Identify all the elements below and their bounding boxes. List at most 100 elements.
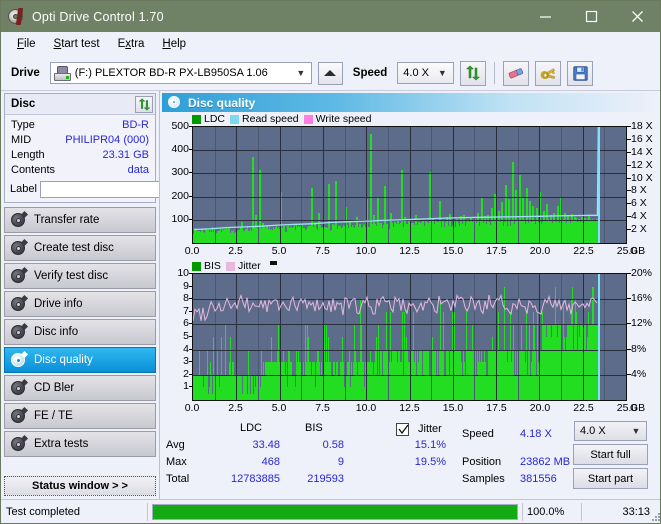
jitter-checkbox[interactable] [396,423,409,436]
menu-extra[interactable]: Extra [110,35,153,53]
refresh-button[interactable] [460,60,487,86]
chart-bis-x-axis: GB 0.0 2.5 5.0 7.5 10.0 12.5 15.0 17.5 20.0 22.5 2… [185,401,645,416]
y-tick-label: 300 [171,166,192,179]
disc-row-mid: MID PHILIPR04 (000) [10,133,150,148]
sidebar: Disc Type BD-R MID PHILIPR04 (000) Lengt… [1,91,236,499]
y2-tick-label: 6 X [627,197,647,210]
y2-tick-label: 18 X [627,120,653,132]
sidebar-item-cd-bler[interactable]: CD Bler [4,375,156,401]
title-bar: Opti Drive Control 1.70 [1,1,660,32]
disc-row-type-value: BD-R [122,119,149,131]
y2-tick-label: 10 X [627,171,653,184]
sidebar-item-verify-test-disc[interactable]: Verify test disc [4,263,156,289]
refresh-icon [138,98,150,111]
stats-panel: LDC BIS Avg Max Total 33.48 468 12783885… [162,420,658,492]
stats-jitter-avg: 15.1% [414,439,446,451]
sidebar-item-fe-te[interactable]: FE / TE [4,403,156,429]
eject-icon [324,70,337,76]
minimize-button[interactable] [522,1,568,32]
y-tick-label: 200 [171,189,192,202]
content-area: Disc quality LDC Read speed Write speed [159,91,660,499]
disc-panel-header: Disc [5,94,155,115]
maximize-button[interactable] [568,1,614,32]
x-tick-label: 22.5 [573,402,594,414]
chart-bis-plot[interactable] [192,273,627,401]
test-speed-select-value: 4.0 X [580,425,606,437]
x-tick-label: 25.0 [616,245,638,257]
start-full-button[interactable]: Start full [573,444,648,465]
sidebar-item-extra-tests[interactable]: Extra tests [4,431,156,457]
speed-select[interactable]: 4.0 X ▼ [397,62,455,84]
disc-refresh-button[interactable] [135,96,153,113]
sidebar-item-label: Extra tests [34,438,89,450]
chart-ldc-x-axis: GB 0.0 2.5 5.0 7.5 10.0 12.5 15.0 17.5 20.0 22.5 2… [185,244,645,259]
chart-bis-legend: BIS Jitter [162,259,658,273]
x-tick-label: 10.0 [355,245,377,257]
position-stat-label: Position [462,456,502,468]
drive-icon [53,65,71,81]
y-tick-label: 4 [183,342,192,355]
chart-bis-jitter: BIS Jitter 1 2 3 4 5 6 7 8 9 10 4% 8% 12% 16% 20% [162,259,658,416]
sidebar-item-label: Transfer rate [34,214,100,226]
menu-bar: FFileile Start test Extra Help [1,32,660,56]
chart-ldc-legend: LDC Read speed Write speed [162,112,658,126]
disc-icon [11,434,29,452]
x-tick-label: 0.0 [184,402,200,414]
keys-button[interactable] [535,60,562,86]
legend-item-read-speed: Read speed [230,113,299,125]
x-tick-label: 17.5 [486,245,507,257]
progress-bar [152,503,518,520]
stats-ldc-total: 12783885 [231,473,280,485]
toolbar: Drive (F:) PLEXTOR BD-R PX-LB950SA 1.06 … [1,56,660,91]
window-controls [522,1,660,32]
nav-list: Transfer rate Create test disc Verify te… [4,207,156,457]
chart-bis-y-axis: 1 2 3 4 5 6 7 8 9 10 [162,267,192,401]
legend-item-write-speed: Write speed [303,113,372,125]
stats-jitter-max: 19.5% [414,456,446,468]
refresh-icon [466,65,481,81]
menu-start-test[interactable]: Start test [46,35,108,53]
y-tick-label: 5 [183,330,192,342]
sidebar-item-create-test-disc[interactable]: Create test disc [4,235,156,261]
sidebar-item-disc-info[interactable]: Disc info [4,319,156,345]
y2-tick-label: 4 X [627,210,647,223]
menu-help[interactable]: Help [154,35,194,53]
y2-tick-label: 12% [626,317,653,330]
sidebar-item-disc-quality[interactable]: Disc quality [4,347,156,373]
start-part-button[interactable]: Start part [573,468,648,489]
panel-header: Disc quality [162,93,659,112]
sidebar-item-transfer-rate[interactable]: Transfer rate [4,207,156,233]
speed-stat-value: 4.18 X [520,428,552,440]
test-speed-select[interactable]: 4.0 X ▼ [574,421,647,441]
save-button[interactable] [567,60,594,86]
y2-tick-label: 16 X [627,132,653,145]
x-tick-label: 7.5 [315,245,330,257]
y2-tick-label: 20% [626,267,653,279]
chart-ldc-plot[interactable] [192,126,627,244]
menu-file[interactable]: FFileile [9,35,44,53]
x-tick-label: 25.0 [616,402,638,414]
resize-grip[interactable] [650,511,660,521]
chart-ldc-y2-axis: 2 X4 X6 X8 X 10 X 12 X 14 X 16 X 18 X [627,120,658,244]
jitter-line [193,293,598,322]
samples-stat-label: Samples [462,473,505,485]
disc-row-mid-value: PHILIPR04 (000) [65,134,149,146]
y-tick-label: 7 [183,304,192,317]
sidebar-item-drive-info[interactable]: Drive info [4,291,156,317]
drive-select[interactable]: (F:) PLEXTOR BD-R PX-LB950SA 1.06 ▼ [49,62,312,84]
sidebar-item-label: Create test disc [34,242,114,254]
disc-icon [11,210,29,228]
chart-bis-plot-row: 1 2 3 4 5 6 7 8 9 10 4% 8% 12% 16% 20% [162,267,658,401]
sidebar-item-label: Drive info [34,298,83,310]
chevron-down-icon: ▼ [296,67,306,78]
eject-button[interactable] [317,61,343,85]
erase-button[interactable] [503,60,530,86]
stats-row-avg-label: Avg [166,439,185,451]
legend-label: Jitter [237,260,261,272]
close-button[interactable] [614,1,660,32]
disc-icon [11,294,29,312]
y-tick-label: 8 [183,292,192,305]
status-window-button[interactable]: Status window > > [4,476,156,496]
y2-tick-label: 2 X [627,223,647,236]
x-tick-label: 12.5 [399,402,420,414]
